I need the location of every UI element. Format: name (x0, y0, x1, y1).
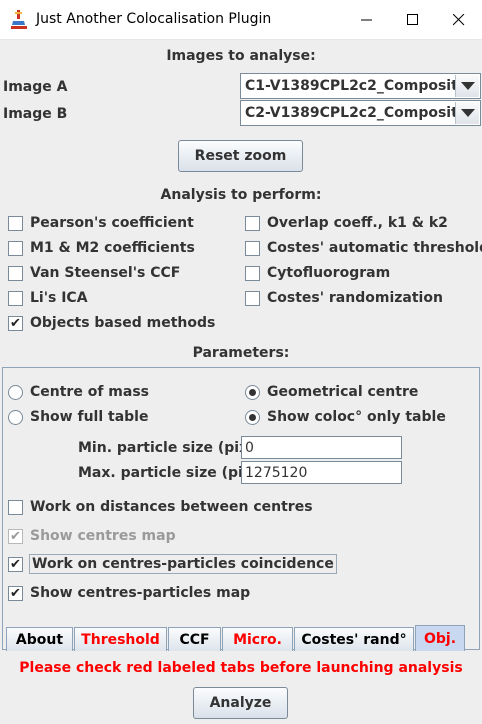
checkbox-box[interactable] (8, 499, 23, 515)
checkbox-label: Costes' randomization (267, 290, 443, 306)
van-steensel-checkbox[interactable]: Van Steensel's CCF (8, 263, 180, 283)
minimize-button[interactable] (344, 0, 390, 40)
imagej-microscope-icon (11, 10, 27, 29)
checkbox-label: Overlap coeff., k1 & k2 (267, 215, 448, 231)
show-centres-map-checkbox: ✔ Show centres map (8, 526, 176, 546)
analysis-heading: Analysis to perform: (160, 187, 322, 203)
radio-circle[interactable] (8, 384, 23, 400)
show-coloc-only-radio[interactable]: Show coloc° only table (245, 407, 446, 427)
maximize-icon (407, 14, 418, 25)
radio-circle[interactable] (8, 409, 23, 425)
checkbox-box[interactable] (8, 265, 23, 281)
radio-circle[interactable] (245, 384, 260, 400)
radio-label: Show full table (30, 409, 149, 425)
checkbox-box[interactable] (245, 240, 260, 256)
image-a-value: C1-V1389CPL2c2_Composite (245, 78, 457, 94)
tab-micro[interactable]: Micro. (222, 627, 293, 651)
checkbox-label: Van Steensel's CCF (30, 265, 181, 281)
maximize-button[interactable] (390, 0, 436, 40)
checkbox-label: Li's ICA (30, 290, 88, 306)
checkbox-box[interactable]: ✔ (8, 585, 23, 601)
radio-label: Geometrical centre (267, 384, 419, 400)
checkbox-box[interactable] (245, 265, 260, 281)
checkbox-box[interactable] (245, 290, 260, 306)
close-icon (453, 14, 465, 26)
images-heading: Images to analyse: (166, 48, 316, 64)
max-size-label: Max. particle size (pix.) (78, 465, 264, 481)
centre-of-mass-radio[interactable]: Centre of mass (8, 382, 149, 402)
m1-m2-checkbox[interactable]: M1 & M2 coefficients (8, 238, 195, 258)
analyze-button[interactable]: Analyze (193, 687, 288, 719)
checkbox-box[interactable] (8, 240, 23, 256)
title-bar[interactable]: Just Another Colocalisation Plugin (0, 0, 482, 40)
min-size-label: Min. particle size (pix.) (78, 440, 260, 456)
image-b-value: C2-V1389CPL2c2_Composite (245, 105, 457, 121)
chevron-down-icon[interactable] (455, 75, 479, 97)
show-full-table-radio[interactable]: Show full table (8, 407, 148, 427)
distances-centres-checkbox[interactable]: Work on distances between centres (8, 497, 313, 517)
checkbox-label: Objects based methods (30, 315, 216, 331)
checkbox-box[interactable] (8, 290, 23, 306)
tab-obj[interactable]: Obj. (415, 625, 465, 651)
main-panel: Images to analyse: Image A C1-V1389CPL2c… (0, 40, 482, 724)
checkbox-box[interactable] (245, 215, 260, 231)
centres-particles-coincidence-checkbox[interactable]: ✔ Work on centres-particles coincidence (8, 554, 337, 574)
overlap-checkbox[interactable]: Overlap coeff., k1 & k2 (245, 213, 448, 233)
reset-zoom-button[interactable]: Reset zoom (178, 140, 303, 172)
checkbox-label: M1 & M2 coefficients (30, 240, 195, 256)
window-title: Just Another Colocalisation Plugin (36, 11, 272, 27)
max-size-field[interactable]: 1275120 (241, 461, 402, 484)
min-size-field[interactable]: 0 (241, 436, 402, 459)
costes-randomization-checkbox[interactable]: Costes' randomization (245, 288, 443, 308)
checkbox-box: ✔ (8, 528, 23, 544)
checkbox-label: Work on distances between centres (30, 499, 313, 515)
close-button[interactable] (436, 0, 482, 40)
show-centres-particles-map-checkbox[interactable]: ✔ Show centres-particles map (8, 583, 250, 603)
radio-circle[interactable] (245, 409, 260, 425)
checkbox-box[interactable] (8, 215, 23, 231)
checkbox-box[interactable]: ✔ (8, 556, 23, 572)
costes-threshold-checkbox[interactable]: Costes' automatic threshold (245, 238, 482, 258)
li-ica-checkbox[interactable]: Li's ICA (8, 288, 88, 308)
minimize-icon (361, 19, 372, 21)
checkbox-label: Costes' automatic threshold (267, 240, 482, 256)
tab-ccf[interactable]: CCF (168, 627, 221, 651)
parameters-heading: Parameters: (192, 345, 290, 361)
checkbox-label: Cytofluorogram (267, 265, 391, 281)
tab-strip: About Threshold CCF Micro. Costes' rand°… (2, 625, 480, 651)
radio-label: Show coloc° only table (267, 409, 446, 425)
chevron-down-icon[interactable] (455, 102, 479, 124)
geometrical-centre-radio[interactable]: Geometrical centre (245, 382, 418, 402)
checkbox-box[interactable]: ✔ (8, 315, 23, 331)
checkbox-label: Show centres map (30, 528, 176, 544)
image-b-label: Image B (3, 106, 68, 122)
image-a-label: Image A (3, 79, 68, 95)
tab-costes-rand[interactable]: Costes' rand° (294, 627, 414, 651)
radio-label: Centre of mass (30, 384, 149, 400)
checkbox-label: Work on centres-particles coincidence (29, 554, 337, 574)
cytofluorogram-checkbox[interactable]: Cytofluorogram (245, 263, 390, 283)
objects-based-checkbox[interactable]: ✔ Objects based methods (8, 313, 215, 333)
image-a-select[interactable]: C1-V1389CPL2c2_Composite (240, 73, 481, 99)
tab-threshold[interactable]: Threshold (74, 627, 167, 651)
checkbox-label: Show centres-particles map (30, 585, 251, 601)
checkbox-label: Pearson's coefficient (30, 215, 194, 231)
tab-about[interactable]: About (6, 627, 73, 651)
warning-message: Please check red labeled tabs before lau… (19, 660, 463, 676)
pearson-checkbox[interactable]: Pearson's coefficient (8, 213, 194, 233)
image-b-select[interactable]: C2-V1389CPL2c2_Composite (240, 100, 481, 126)
